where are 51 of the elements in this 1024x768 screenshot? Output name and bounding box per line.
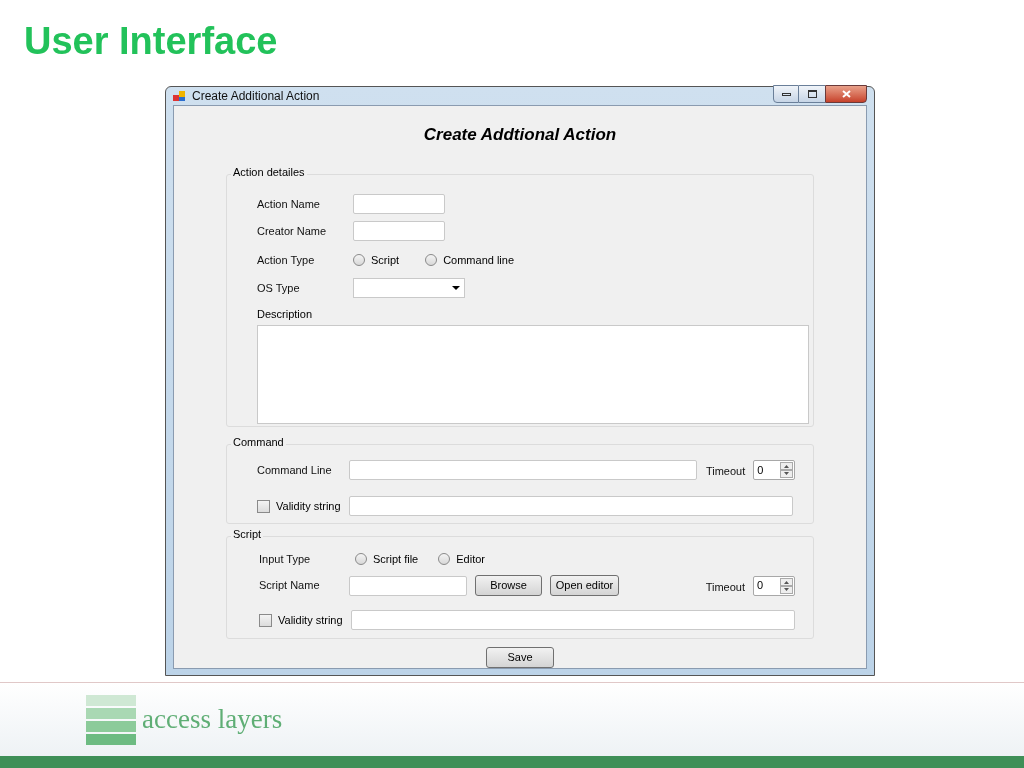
radio-label: Editor bbox=[456, 551, 485, 567]
field-label: OS Type bbox=[257, 280, 301, 296]
spin-arrows-icon bbox=[780, 577, 793, 594]
radio-button[interactable] bbox=[355, 553, 367, 565]
checkbox-label: Validity string bbox=[278, 612, 343, 628]
close-icon bbox=[841, 90, 851, 98]
save-button[interactable]: Save bbox=[486, 647, 554, 668]
field-label: Timeout bbox=[705, 580, 745, 593]
checkbox[interactable] bbox=[259, 613, 272, 627]
form-heading: Create Addtional Action bbox=[423, 124, 617, 146]
spin-arrows-icon bbox=[780, 462, 793, 478]
validity-string-field[interactable] bbox=[349, 496, 793, 516]
close-button[interactable] bbox=[825, 85, 867, 103]
radio-button[interactable] bbox=[438, 553, 451, 565]
layers-logo-icon bbox=[86, 694, 136, 745]
field-label: Action Name bbox=[257, 196, 321, 212]
radio-label: Script bbox=[371, 252, 400, 268]
app-icon bbox=[173, 90, 186, 102]
number-spinner[interactable]: 0 bbox=[753, 575, 795, 596]
field-label: Timeout bbox=[705, 465, 746, 477]
action-name-field[interactable] bbox=[353, 194, 445, 214]
radio-label: Script file bbox=[373, 551, 419, 567]
field-label: Input Type bbox=[259, 551, 312, 567]
form-button[interactable]: Open editor bbox=[550, 575, 619, 596]
maximize-button[interactable] bbox=[799, 85, 825, 103]
os-type-dropdown[interactable] bbox=[353, 278, 465, 298]
group-legend: Command bbox=[231, 437, 286, 448]
field-label: Description bbox=[257, 307, 313, 322]
group-legend: Script bbox=[231, 529, 264, 540]
field-label: Action Type bbox=[257, 252, 316, 268]
checkbox[interactable] bbox=[257, 499, 270, 513]
radio-button[interactable] bbox=[425, 254, 438, 266]
radio-label: Command line bbox=[443, 252, 515, 268]
field-label: Script Name bbox=[259, 578, 321, 594]
number-spinner[interactable]: 0 bbox=[753, 460, 795, 480]
slide-title: User Interface bbox=[24, 22, 278, 60]
group-legend: Action detailes bbox=[231, 167, 307, 178]
command-line-field[interactable] bbox=[348, 460, 697, 480]
creator-name-field[interactable] bbox=[353, 221, 445, 241]
brand-name: access layers bbox=[142, 703, 283, 737]
form-button[interactable]: Browse bbox=[475, 575, 542, 596]
description-field[interactable] bbox=[257, 324, 809, 424]
caret-icon bbox=[452, 286, 460, 290]
window-title: Create Additional Action bbox=[192, 88, 320, 105]
field-label: Creator Name bbox=[257, 223, 328, 239]
validity-string-field[interactable] bbox=[351, 610, 795, 630]
radio-button[interactable] bbox=[353, 254, 365, 266]
field-label: Command Line bbox=[257, 462, 333, 478]
checkbox-label: Validity string bbox=[276, 498, 341, 514]
minimize-button[interactable] bbox=[773, 85, 799, 103]
script-name-field[interactable] bbox=[349, 575, 467, 596]
